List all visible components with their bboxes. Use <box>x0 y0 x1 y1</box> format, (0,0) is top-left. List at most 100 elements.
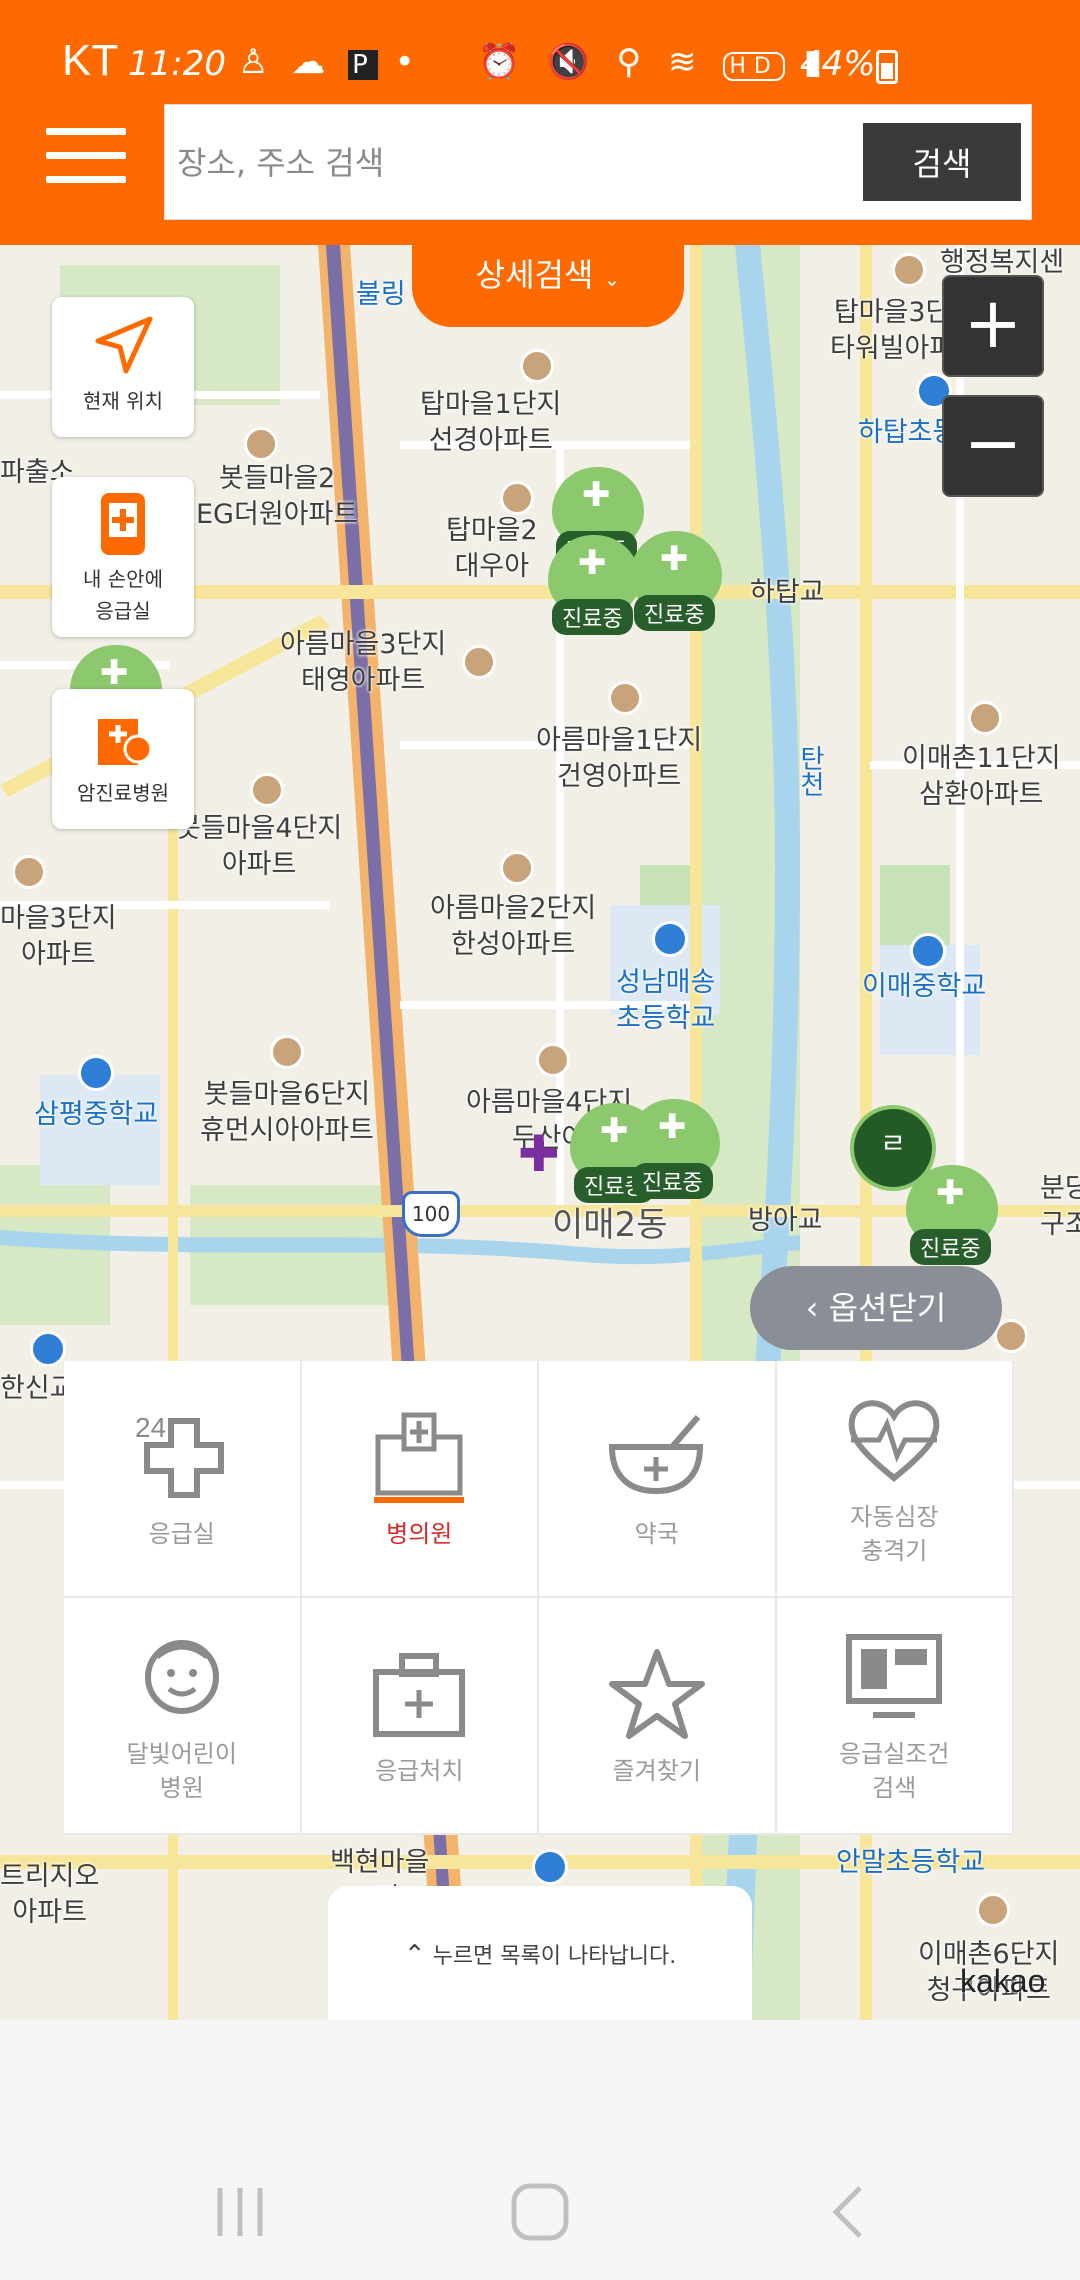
status-bar: KT 11:20 ♙ ☁ P • ⏰ 🔇 ⚲ ≋ HD ▮ 44% <box>0 0 1080 100</box>
navigation-arrow-icon <box>95 316 153 374</box>
hospital-marker[interactable]: 진료중 <box>548 535 640 635</box>
search-button[interactable]: 검색 <box>863 123 1021 201</box>
apartment-poi-icon <box>892 253 926 287</box>
medical-cross-icon: ✚ <box>518 1125 560 1183</box>
map-label: 성남매송 초등학교 <box>616 967 716 1034</box>
detail-search-tab[interactable]: 상세검색 ⌄ <box>412 245 684 327</box>
detail-search-label: 상세검색 <box>475 256 594 294</box>
p-pass-icon: P <box>348 50 378 80</box>
map-label: 삼평중학교 <box>34 1099 159 1130</box>
hospital-icon <box>374 1412 465 1503</box>
map-label: 분당 구조 <box>1040 1173 1080 1240</box>
mute-icon: 🔇 <box>547 42 598 82</box>
my-emergency-room-button[interactable]: 내 손안에 응급실 <box>52 477 194 637</box>
apartment-poi-icon <box>270 1035 304 1069</box>
map-label: 아름마을1단지 건영아파트 <box>536 725 703 792</box>
card-label: 내 손안에 응급실 <box>83 567 163 623</box>
clock: 11:20 <box>128 44 226 84</box>
phone-hospital-icon <box>101 493 145 555</box>
category-label: 즐겨찾기 <box>612 1756 701 1785</box>
route-number-badge: 100 <box>402 1191 460 1237</box>
category-emergency-condition-search[interactable]: 응급실조건 검색 <box>776 1598 1014 1835</box>
list-toggle-button[interactable]: ⌃ 누르면 목록이 나타납니다. <box>328 1886 752 2020</box>
heartbeat-icon <box>848 1399 940 1482</box>
pharmacy-bowl-icon <box>608 1414 703 1494</box>
chevron-up-icon: ⌃ <box>403 1940 426 1970</box>
current-location-button[interactable]: 현재 위치 <box>52 297 194 437</box>
school-icon <box>532 1849 568 1885</box>
battery-icon <box>876 50 898 84</box>
apartment-poi-icon <box>520 349 554 383</box>
apartment-poi-icon <box>244 427 278 461</box>
cancer-hospital-button[interactable]: 암진료병원 <box>52 689 194 829</box>
category-night-children-hospital[interactable]: 달빛어린이 병원 <box>64 1598 302 1835</box>
map-label: 아름마을2단지 한성아파트 <box>430 893 597 960</box>
marker-status-tag: 진료중 <box>634 595 715 631</box>
map-view[interactable]: 탑마을1단지 선경아파트 봇들마을2 EG더원아파트 탑마을2 대우아 하탑교 … <box>0 245 1080 2020</box>
map-label: 봇들마을2 EG더원아파트 <box>196 463 359 530</box>
options-close-button[interactable]: ‹ 옵션닫기 <box>750 1266 1002 1350</box>
map-label: 탑마을2 대우아 <box>446 515 538 582</box>
hamburger-menu-icon[interactable] <box>46 128 126 188</box>
apartment-poi-icon <box>994 1319 1028 1353</box>
location-icon: ⚲ <box>616 42 650 82</box>
hospital-marker[interactable]: 진료중 <box>628 1099 720 1199</box>
map-label: 불링 <box>356 279 406 310</box>
chevron-down-icon: ⌄ <box>603 267 621 291</box>
cluster-marker[interactable]: ㄹ <box>850 1105 936 1191</box>
map-label: 탑마을1단지 선경아파트 <box>420 389 562 456</box>
category-hospital[interactable]: 병의원 <box>301 1361 539 1598</box>
map-label: 이매2동 <box>552 1205 668 1245</box>
dot-icon: • <box>394 42 421 82</box>
hospital-marker[interactable]: 진료중 <box>630 531 722 631</box>
chevron-left-icon: ‹ <box>805 1289 819 1327</box>
category-first-aid[interactable]: 응급처치 <box>301 1598 539 1835</box>
map-label: 탄천 <box>795 745 825 797</box>
zoom-out-button[interactable]: − <box>942 395 1044 497</box>
home-icon[interactable] <box>510 2182 570 2242</box>
apartment-poi-icon <box>500 481 534 515</box>
person-icon: ♙ <box>238 42 275 82</box>
recent-apps-icon[interactable] <box>210 2182 270 2242</box>
category-label: 달빛어린이 병원 <box>126 1739 237 1802</box>
category-label: 병의원 <box>386 1519 453 1548</box>
category-label: 약국 <box>634 1519 679 1548</box>
cloud-icon: ☁ <box>291 42 332 82</box>
bottom-area <box>0 2020 1080 2280</box>
school-icon <box>652 921 688 957</box>
map-label: 하탑교 <box>750 577 825 608</box>
category-label: 응급실조건 검색 <box>839 1739 950 1802</box>
map-label: 마을3단지 아파트 <box>0 903 117 970</box>
search-input[interactable] <box>175 125 859 201</box>
school-icon <box>910 933 946 969</box>
emergency-24-icon: 24 <box>135 1412 224 1498</box>
map-label: 아름마을3단지 태영아파트 <box>280 629 447 696</box>
wifi-icon: ≋ <box>668 42 705 82</box>
monitor-icon <box>846 1633 943 1718</box>
zoom-in-button[interactable]: + <box>942 275 1044 377</box>
category-grid: 24 응급실 병의원 약국 자동심장 충격기 달빛어린이 병원 응급처치 즐겨찾… <box>64 1361 1014 1835</box>
map-label: 이매촌11단지 삼환아파트 <box>902 743 1061 810</box>
apartment-poi-icon <box>968 701 1002 735</box>
first-aid-kit-icon <box>373 1652 466 1737</box>
school-icon <box>78 1055 114 1091</box>
category-pharmacy[interactable]: 약국 <box>539 1361 777 1598</box>
kakao-logo: kakao <box>960 1963 1046 1999</box>
battery-percent: 44% <box>800 44 876 84</box>
category-aed[interactable]: 자동심장 충격기 <box>776 1361 1014 1598</box>
card-label: 현재 위치 <box>83 389 163 413</box>
category-label: 응급처치 <box>375 1756 464 1785</box>
list-toggle-label: 누르면 목록이 나타납니다. <box>432 1944 677 1969</box>
marker-status-tag: 진료중 <box>632 1163 713 1199</box>
category-emergency-room[interactable]: 24 응급실 <box>64 1361 302 1598</box>
map-label: 이매중학교 <box>862 971 987 1002</box>
marker-status-tag: 진료중 <box>552 599 633 635</box>
search-box: 검색 <box>164 104 1032 220</box>
apartment-poi-icon <box>12 855 46 889</box>
alarm-icon: ⏰ <box>478 42 529 82</box>
back-icon[interactable] <box>820 2182 880 2242</box>
category-favorites[interactable]: 즐겨찾기 <box>539 1598 777 1835</box>
carrier-label: KT <box>62 36 119 85</box>
category-label: 자동심장 충격기 <box>850 1502 939 1565</box>
map-label: 안말초등학교 <box>836 1847 986 1878</box>
